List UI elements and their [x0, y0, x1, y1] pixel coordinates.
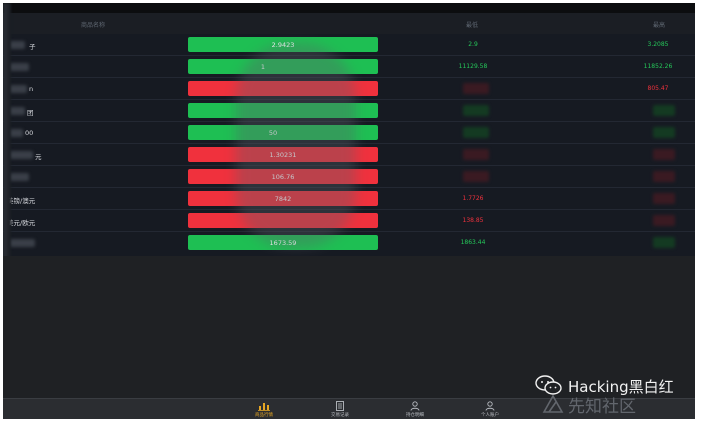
tab-account-label: 个人账户	[481, 413, 499, 418]
header-low: 最低	[466, 22, 479, 29]
site-watermark: 先知社区	[540, 392, 690, 418]
tab-positions-label: 持仓明细	[406, 413, 424, 418]
blurred-low	[463, 171, 489, 182]
tab-market-label: 商品行情	[255, 413, 273, 418]
overlay-watermark-shape	[236, 43, 356, 248]
row-name: 美元/欧元	[7, 219, 36, 227]
table-row[interactable]: 1673.59 1863.44	[3, 232, 695, 254]
low-value: 2.9	[468, 41, 478, 48]
row-name: n	[29, 85, 34, 93]
low-value: 1863.44	[460, 239, 486, 246]
status-bar	[3, 3, 695, 13]
blurred-name	[7, 239, 35, 247]
row-name: 团	[27, 109, 34, 117]
high-value: 805.47	[647, 85, 669, 92]
high-value: 11852.26	[643, 63, 673, 70]
blurred-low	[463, 149, 489, 160]
blurred-low	[463, 83, 489, 94]
low-value: 138.85	[462, 217, 484, 224]
row-name: 元	[35, 153, 42, 161]
blurred-low	[463, 127, 489, 138]
tab-records-label: 交易记录	[331, 413, 349, 418]
row-name: 英镑/澳元	[7, 197, 36, 205]
blurred-high	[653, 127, 675, 138]
site-logo-icon	[542, 394, 564, 413]
person-icon	[410, 401, 420, 411]
blurred-low	[463, 105, 489, 116]
tab-positions[interactable]: 持仓明细	[390, 401, 440, 418]
app-frame: 商品名称 最低 最高 子 2.9423 2.9 3.2085 1 11129.5…	[3, 3, 695, 419]
site-name: 先知社区	[568, 397, 636, 417]
tab-market[interactable]: 商品行情	[239, 401, 289, 418]
blurred-high	[653, 193, 675, 204]
chart-icon	[258, 403, 270, 411]
low-value: 1.7726	[462, 195, 484, 202]
blurred-high	[653, 237, 675, 248]
header-name: 商品名称	[81, 22, 106, 29]
low-value: 11129.58	[458, 63, 488, 70]
records-icon	[336, 401, 344, 411]
row-name: 00	[25, 129, 34, 137]
table-row[interactable]: 子 2.9423 2.9 3.2085	[3, 34, 695, 56]
blurred-high	[653, 215, 675, 226]
table-header: 商品名称 最低 最高	[3, 13, 695, 34]
blurred-high	[653, 105, 675, 116]
blurred-high	[653, 149, 675, 160]
side-blur	[3, 3, 11, 265]
high-value: 3.2085	[647, 41, 669, 48]
blurred-high	[653, 171, 675, 182]
tab-records[interactable]: 交易记录	[315, 401, 365, 418]
account-icon	[485, 401, 495, 411]
row-name: 子	[29, 43, 36, 51]
tab-account[interactable]: 个人账户	[465, 401, 515, 418]
header-high: 最高	[653, 22, 666, 29]
